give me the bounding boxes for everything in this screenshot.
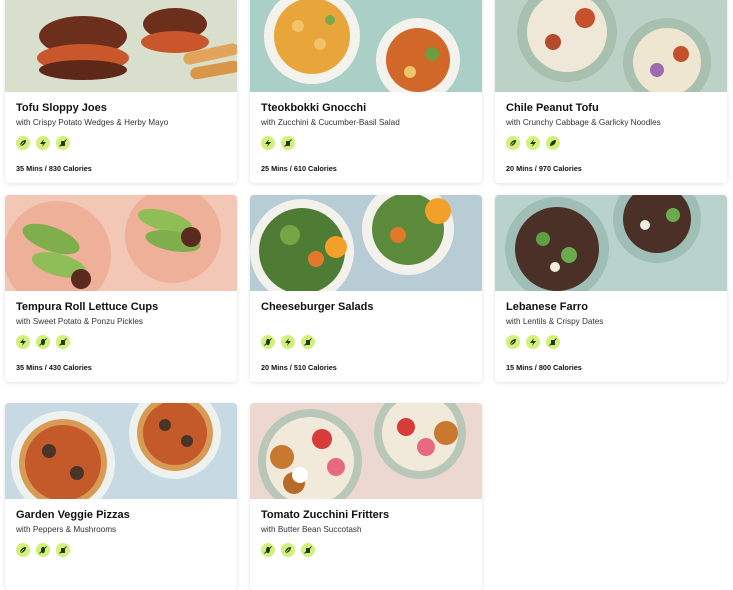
- no-gluten-icon: [36, 543, 50, 557]
- recipe-meta: 35 Mins / 830 Calories: [16, 164, 92, 173]
- recipe-meta: 35 Mins / 430 Calories: [16, 363, 92, 372]
- dietary-badges: [261, 136, 295, 150]
- recipe-card[interactable]: Tempura Roll Lettuce Cups with Sweet Pot…: [5, 195, 237, 382]
- recipe-card[interactable]: Lebanese Farro with Lentils & Crispy Dat…: [495, 195, 727, 382]
- no-dairy-icon: [281, 136, 295, 150]
- recipe-title[interactable]: Garden Veggie Pizzas: [16, 509, 130, 521]
- leaf-icon: [16, 136, 30, 150]
- recipe-photo: [250, 403, 482, 499]
- bolt-icon: [526, 136, 540, 150]
- no-dairy-icon: [56, 136, 70, 150]
- recipe-photo: [5, 403, 237, 499]
- leaf-icon: [506, 136, 520, 150]
- leaf-icon: [506, 335, 520, 349]
- recipe-subtitle: with Lentils & Crispy Dates: [506, 317, 604, 326]
- recipe-title[interactable]: Tofu Sloppy Joes: [16, 102, 107, 114]
- recipe-photo: [5, 195, 237, 291]
- dietary-badges: [261, 543, 315, 557]
- dietary-badges: [16, 543, 70, 557]
- recipe-meta: 25 Mins / 610 Calories: [261, 164, 337, 173]
- recipe-title[interactable]: Chile Peanut Tofu: [506, 102, 599, 114]
- recipe-card[interactable]: Chile Peanut Tofu with Crunchy Cabbage &…: [495, 0, 727, 183]
- bolt-icon: [526, 335, 540, 349]
- recipe-meta: 15 Mins / 800 Calories: [506, 363, 582, 372]
- recipe-meta: 20 Mins / 510 Calories: [261, 363, 337, 372]
- recipe-card[interactable]: Cheeseburger Salads 20 Mins / 510 Calori…: [250, 195, 482, 382]
- recipe-title[interactable]: Tteokbokki Gnocchi: [261, 102, 366, 114]
- recipe-subtitle: with Crunchy Cabbage & Garlicky Noodles: [506, 118, 661, 127]
- recipe-subtitle: with Crispy Potato Wedges & Herby Mayo: [16, 118, 169, 127]
- dietary-badges: [506, 335, 560, 349]
- leaf-icon: [16, 543, 30, 557]
- recipe-photo: [5, 0, 237, 92]
- no-dairy-icon: [301, 543, 315, 557]
- bolt-icon: [16, 335, 30, 349]
- recipe-card[interactable]: Tofu Sloppy Joes with Crispy Potato Wedg…: [5, 0, 237, 183]
- bolt-icon: [261, 136, 275, 150]
- recipe-meta: 20 Mins / 970 Calories: [506, 164, 582, 173]
- dietary-badges: [16, 335, 70, 349]
- recipe-subtitle: with Zucchini & Cucumber-Basil Salad: [261, 118, 400, 127]
- no-gluten-icon: [261, 543, 275, 557]
- dietary-badges: [16, 136, 70, 150]
- recipe-title[interactable]: Tomato Zucchini Fritters: [261, 509, 389, 521]
- dietary-badges: [506, 136, 560, 150]
- no-dairy-icon: [301, 335, 315, 349]
- bolt-icon: [281, 335, 295, 349]
- recipe-card[interactable]: Tteokbokki Gnocchi with Zucchini & Cucum…: [250, 0, 482, 183]
- recipe-photo: [495, 195, 727, 291]
- no-dairy-icon: [56, 543, 70, 557]
- recipe-grid: Tofu Sloppy Joes with Crispy Potato Wedg…: [0, 0, 733, 590]
- recipe-photo: [495, 0, 727, 92]
- no-gluten-icon: [261, 335, 275, 349]
- no-dairy-icon: [546, 335, 560, 349]
- recipe-subtitle: with Peppers & Mushrooms: [16, 525, 117, 534]
- recipe-photo: [250, 195, 482, 291]
- recipe-photo: [250, 0, 482, 92]
- recipe-title[interactable]: Tempura Roll Lettuce Cups: [16, 301, 158, 313]
- feather-icon: [546, 136, 560, 150]
- no-gluten-icon: [36, 335, 50, 349]
- recipe-card[interactable]: Tomato Zucchini Fritters with Butter Bea…: [250, 403, 482, 590]
- recipe-title[interactable]: Lebanese Farro: [506, 301, 588, 313]
- recipe-subtitle: with Sweet Potato & Ponzu Pickles: [16, 317, 143, 326]
- recipe-subtitle: with Butter Bean Succotash: [261, 525, 362, 534]
- no-dairy-icon: [56, 335, 70, 349]
- recipe-title[interactable]: Cheeseburger Salads: [261, 301, 374, 313]
- bolt-icon: [36, 136, 50, 150]
- recipe-card[interactable]: Garden Veggie Pizzas with Peppers & Mush…: [5, 403, 237, 590]
- leaf-icon: [281, 543, 295, 557]
- dietary-badges: [261, 335, 315, 349]
